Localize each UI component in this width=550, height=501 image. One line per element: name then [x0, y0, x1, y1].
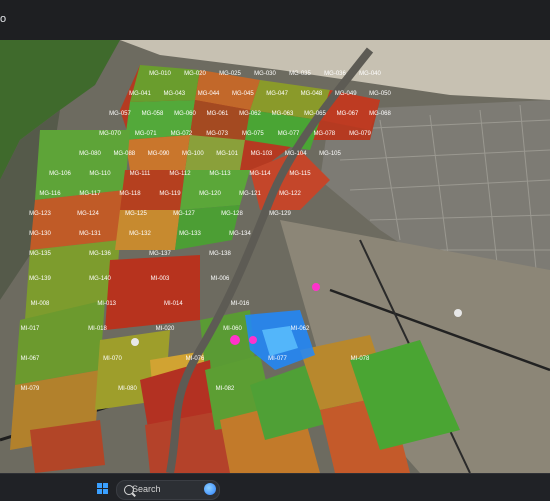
- field-label: MG-068: [369, 111, 391, 117]
- field-label: MG-112: [169, 171, 191, 177]
- field-label: MG-041: [129, 91, 151, 97]
- field-label: MI-020: [156, 326, 175, 332]
- field-label: MI-006: [211, 276, 230, 282]
- field-label: MG-138: [209, 251, 231, 257]
- field-label: MI-062: [291, 326, 310, 332]
- taskbar-search-label: Search: [132, 484, 161, 494]
- field-label: MG-118: [119, 191, 141, 197]
- field-label: MG-070: [99, 131, 121, 137]
- field-label: MG-133: [179, 231, 201, 237]
- field-label: MG-048: [301, 91, 323, 97]
- field-label: MG-132: [129, 231, 151, 237]
- field-label: MG-139: [29, 276, 51, 282]
- field-label: MG-114: [249, 171, 271, 177]
- field-label: MG-110: [89, 171, 111, 177]
- field-label: MI-003: [151, 276, 170, 282]
- window-title: o: [0, 13, 7, 25]
- field-label: MI-076: [186, 356, 205, 362]
- field-label: MG-119: [159, 191, 181, 197]
- field-label: MG-140: [89, 276, 111, 282]
- field-label: MG-040: [359, 71, 381, 77]
- taskbar: [0, 473, 550, 501]
- field-label: MG-120: [199, 191, 221, 197]
- field-label: MG-137: [149, 251, 171, 257]
- field-label: MG-071: [135, 131, 157, 137]
- field-label: MI-080: [118, 386, 137, 392]
- field-label: MG-060: [174, 111, 196, 117]
- field-label: MG-124: [77, 211, 99, 217]
- field-label: MG-057: [109, 111, 131, 117]
- field-label: MG-127: [173, 211, 195, 217]
- field-label: MG-115: [289, 171, 311, 177]
- map-viewport[interactable]: MG-010 MG-020 MG-025 MG-030 MG-035 MG-036 MG-0…: [0, 40, 550, 473]
- field-label: MI-070: [103, 356, 122, 362]
- field-label: MI-018: [88, 326, 107, 332]
- field-label: MG-020: [184, 71, 206, 77]
- field-label: MG-025: [219, 71, 241, 77]
- field-label: MG-030: [254, 71, 276, 77]
- field-label: MG-131: [79, 231, 101, 237]
- field-label: MG-105: [319, 151, 341, 157]
- field-label: MG-073: [206, 131, 228, 137]
- field-label: MG-106: [49, 171, 71, 177]
- field-label: MG-072: [171, 131, 193, 137]
- field-label: MI-079: [21, 386, 40, 392]
- field-label: MG-122: [279, 191, 301, 197]
- field-label: MI-013: [97, 301, 116, 307]
- field-label: MG-075: [242, 131, 264, 137]
- field-label: MI-017: [21, 326, 40, 332]
- field-label: MG-065: [304, 111, 326, 117]
- field-label: MG-117: [79, 191, 101, 197]
- field-label: MG-063: [272, 111, 294, 117]
- field-label: MG-061: [207, 111, 229, 117]
- field-label: MG-101: [216, 151, 238, 157]
- field-label: MG-104: [285, 151, 307, 157]
- field-label: MG-136: [89, 251, 111, 257]
- field-label: MG-080: [79, 151, 101, 157]
- field-label: MG-121: [239, 191, 261, 197]
- field-label: MG-077: [278, 131, 300, 137]
- field-label: MG-088: [113, 151, 135, 157]
- window-titlebar: o: [0, 0, 550, 41]
- field-label: MI-014: [164, 301, 183, 307]
- field-label: MI-008: [31, 301, 50, 307]
- windows-start-icon[interactable]: [97, 483, 109, 495]
- field-label: MI-060: [223, 326, 242, 332]
- field-label: MG-062: [239, 111, 261, 117]
- field-label: MG-044: [198, 91, 220, 97]
- field-label: MG-111: [130, 171, 151, 177]
- copilot-icon[interactable]: [204, 483, 216, 495]
- field-label: MG-036: [324, 71, 346, 77]
- field-label: MI-082: [216, 386, 235, 392]
- field-label: MG-010: [149, 71, 171, 77]
- field-label: MG-129: [269, 211, 291, 217]
- field-label: MG-043: [163, 91, 185, 97]
- field-label: MI-067: [21, 356, 40, 362]
- field-label: MG-079: [349, 131, 371, 137]
- field-label: MG-130: [29, 231, 51, 237]
- field-label: MG-090: [148, 151, 170, 157]
- field-label: MG-078: [313, 131, 335, 137]
- field-label: MG-058: [142, 111, 164, 117]
- field-label: MG-125: [125, 211, 147, 217]
- field-label: MG-050: [369, 91, 391, 97]
- field-label: MG-100: [182, 151, 204, 157]
- field-label: MG-123: [29, 211, 51, 217]
- field-label: MG-049: [335, 91, 357, 97]
- field-label: MG-067: [337, 111, 359, 117]
- field-label: MG-103: [251, 151, 273, 157]
- field-label: MG-047: [266, 91, 288, 97]
- field-label: MG-035: [289, 71, 311, 77]
- field-label: MI-016: [231, 301, 250, 307]
- field-label: MG-134: [229, 231, 251, 237]
- field-label: MG-128: [221, 211, 243, 217]
- field-label: MG-113: [209, 171, 231, 177]
- field-label: MI-077: [268, 356, 287, 362]
- field-label: MG-135: [29, 251, 51, 257]
- field-label: MI-078: [351, 356, 370, 362]
- field-label: MG-045: [232, 91, 254, 97]
- field-label: MG-116: [39, 191, 61, 197]
